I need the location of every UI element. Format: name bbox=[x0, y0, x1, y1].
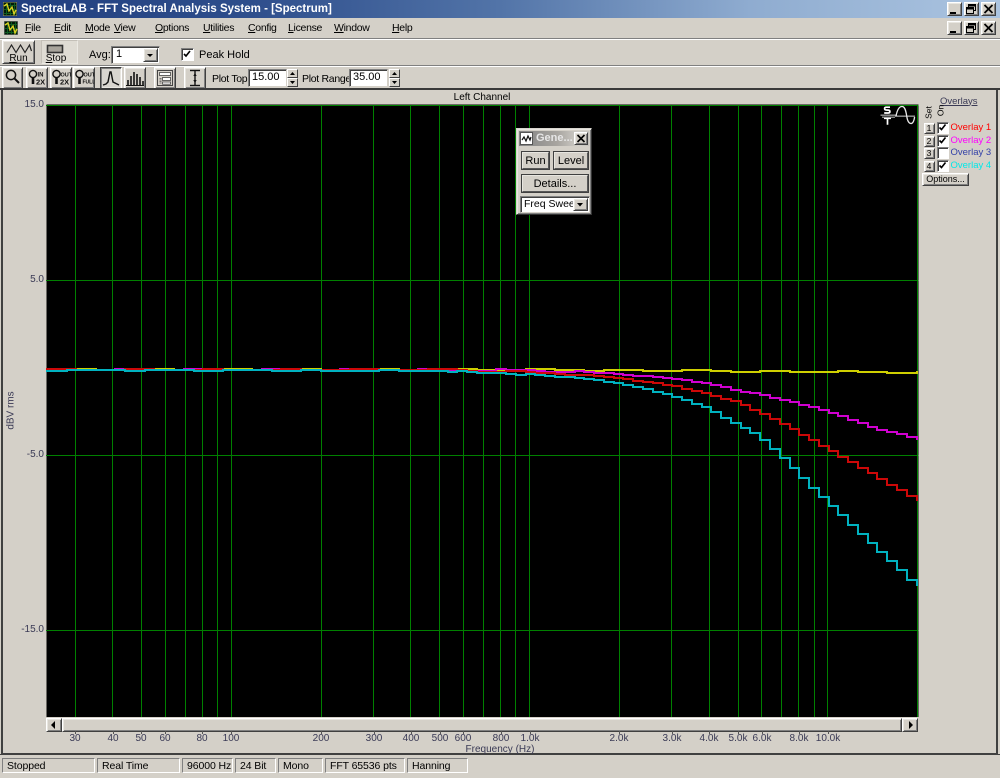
svg-text:FULL: FULL bbox=[82, 80, 94, 86]
svg-text:2X: 2X bbox=[60, 78, 69, 87]
svg-text:2X: 2X bbox=[36, 78, 45, 87]
svg-text:OUT: OUT bbox=[83, 73, 94, 79]
